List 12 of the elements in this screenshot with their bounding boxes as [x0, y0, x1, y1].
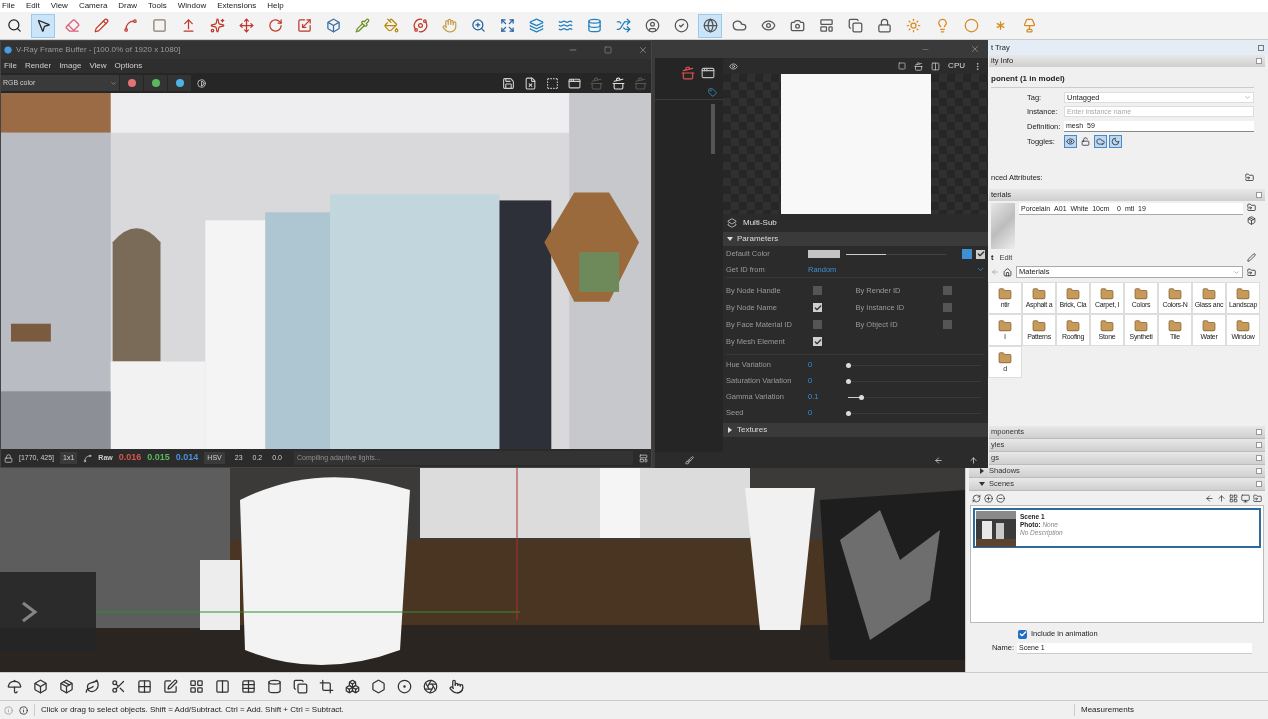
- menu-item[interactable]: File: [2, 0, 15, 12]
- menu-item[interactable]: Draw: [118, 0, 137, 12]
- measurements-label: Measurements: [1074, 704, 1264, 716]
- menu-item[interactable]: Help: [267, 0, 284, 12]
- menu-item[interactable]: Edit: [25, 0, 40, 12]
- menu-item[interactable]: Tools: [148, 0, 167, 12]
- menu-item[interactable]: Extensions: [217, 0, 257, 12]
- menu-item[interactable]: Camera: [78, 0, 108, 12]
- component-heading: ponent (1 in model): [991, 73, 1254, 88]
- menu-item[interactable]: View: [50, 0, 68, 12]
- menu-item[interactable]: Window: [177, 0, 207, 12]
- status-message: Click or drag to select objects. Shift = Add/Subtract. Ctrl = Add. Shift + Ctrl = Subtract.: [34, 704, 344, 716]
